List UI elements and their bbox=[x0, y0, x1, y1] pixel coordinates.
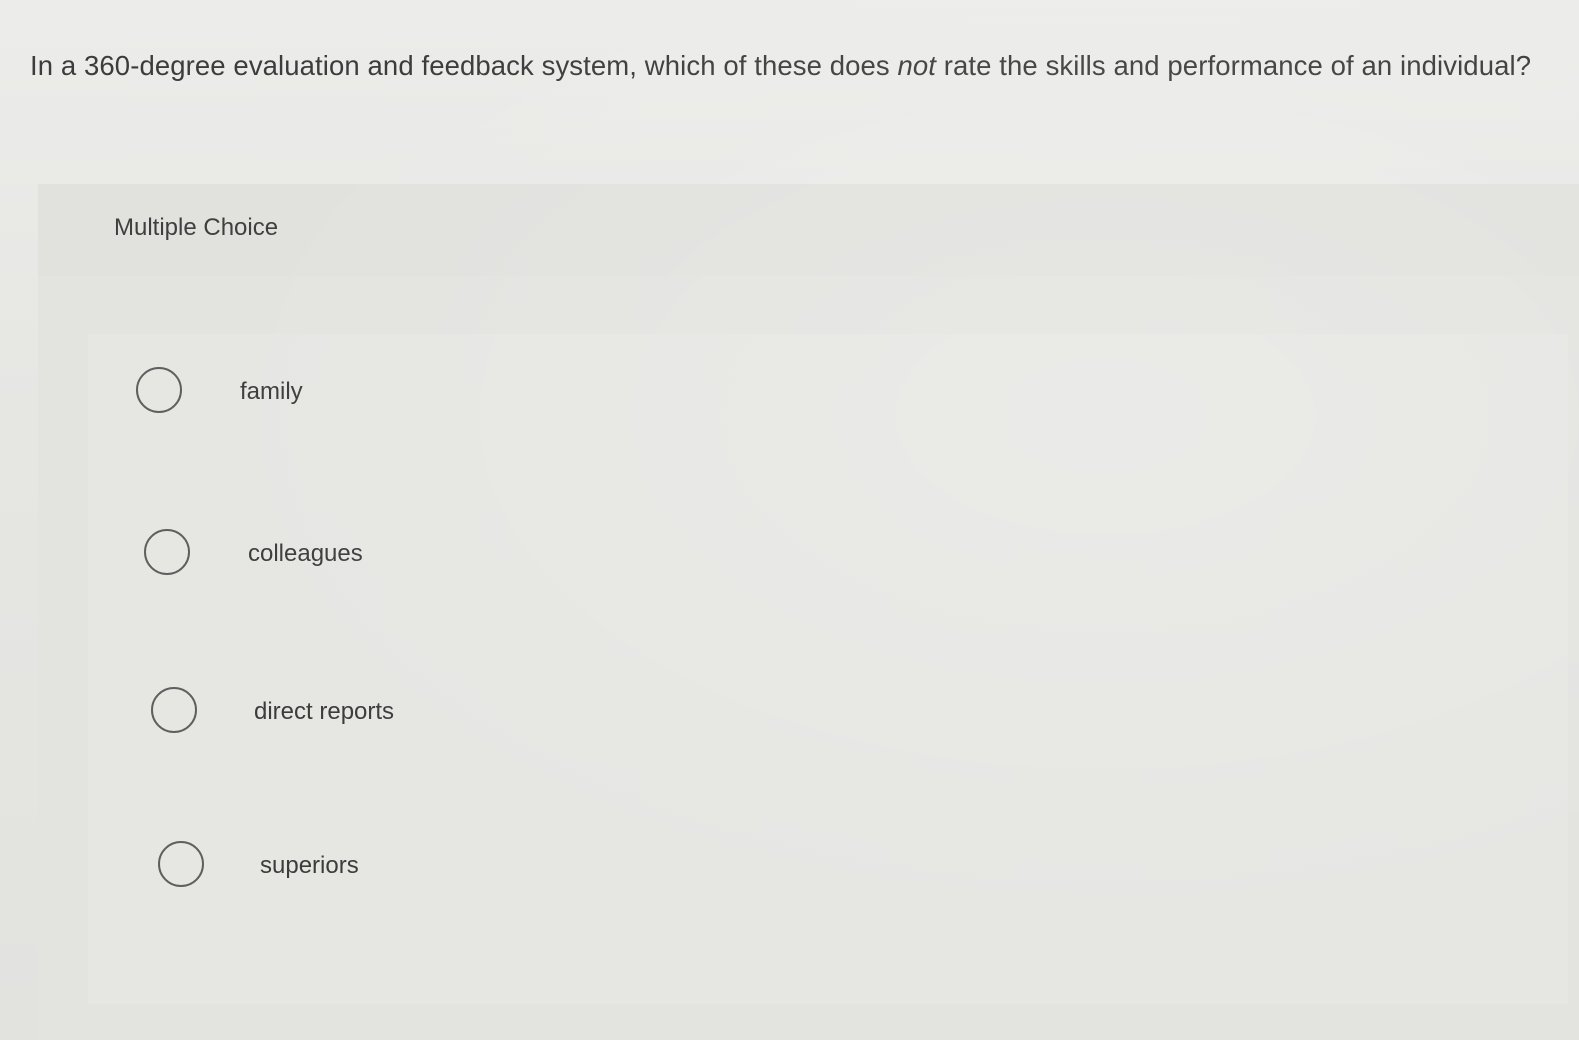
option-direct-reports[interactable]: direct reports bbox=[88, 656, 1568, 768]
panel-header: Multiple Choice bbox=[38, 184, 1579, 276]
option-label: superiors bbox=[260, 852, 359, 879]
option-family[interactable]: family bbox=[88, 334, 1568, 446]
radio-button[interactable] bbox=[136, 367, 182, 413]
question-text-after: rate the skills and performance of an in… bbox=[936, 50, 1532, 81]
option-superiors[interactable]: superiors bbox=[88, 810, 1568, 922]
option-label: family bbox=[240, 378, 303, 405]
question-text-before: In a 360-degree evaluation and feedback … bbox=[30, 50, 898, 81]
question-emphasis: not bbox=[897, 50, 937, 81]
option-label: direct reports bbox=[254, 698, 395, 725]
radio-button[interactable] bbox=[151, 687, 197, 733]
option-colleagues[interactable]: colleagues bbox=[88, 498, 1568, 610]
option-label: colleagues bbox=[248, 540, 363, 567]
multiple-choice-panel: Multiple Choice family colleagues direct… bbox=[38, 184, 1579, 1040]
radio-button[interactable] bbox=[144, 529, 190, 575]
question-text: In a 360-degree evaluation and feedback … bbox=[30, 50, 1531, 82]
question-type-label: Multiple Choice bbox=[114, 214, 279, 241]
options-list: family colleagues direct reports superio… bbox=[88, 334, 1568, 1004]
radio-button[interactable] bbox=[158, 841, 204, 887]
